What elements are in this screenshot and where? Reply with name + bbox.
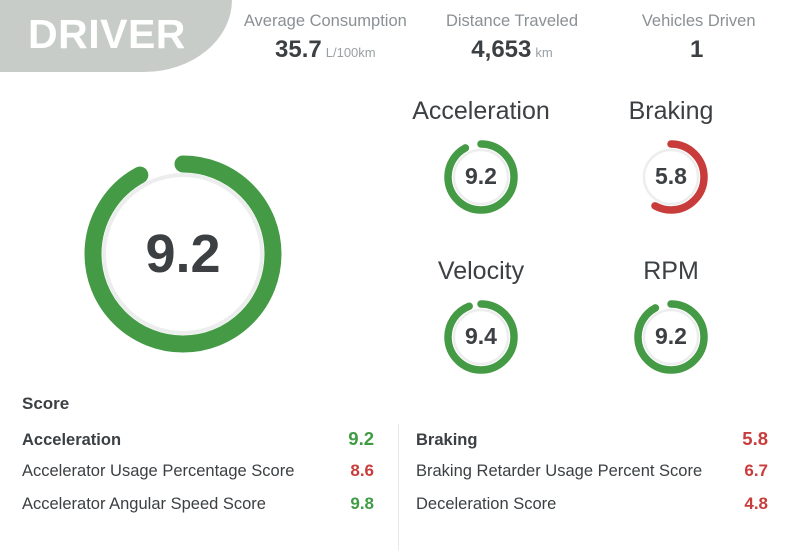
metric-label: Distance Traveled	[445, 12, 579, 30]
score-value: 8.6	[350, 461, 374, 480]
score-row: Accelerator Usage Percentage Score 8.6	[22, 461, 374, 494]
metric-label: Vehicles Driven	[641, 12, 756, 30]
gauge-velocity: Velocity 9.4	[386, 257, 576, 376]
score-label: Braking Retarder Usage Percent Score	[416, 462, 703, 480]
score-label: Braking	[416, 431, 478, 449]
metric-value: 35.7	[275, 36, 322, 64]
gauges-area: 9.2 Acceleration 9.2 Braking 5.8 Velocit…	[0, 90, 800, 390]
gauge-ring-wrap: 9.2	[632, 298, 710, 376]
score-column-acceleration: Acceleration 9.2 Accelerator Usage Perce…	[22, 428, 374, 527]
gauge-title: Velocity	[437, 257, 525, 285]
gauge-value: 9.4	[465, 323, 497, 349]
score-column-divider	[398, 424, 399, 550]
gauge-title: Acceleration	[412, 97, 550, 125]
metric-unit: L/100km	[325, 45, 376, 61]
gauge-ring-wrap: 9.4	[442, 298, 520, 376]
score-label: Acceleration	[22, 431, 122, 449]
metric-vehicles-driven: Vehicles Driven 1	[605, 10, 792, 65]
gauge-braking: Braking 5.8	[576, 97, 766, 216]
gauge-rpm: RPM 9.2	[576, 257, 766, 376]
score-value: 9.8	[350, 494, 374, 513]
score-label: Deceleration Score	[416, 495, 557, 513]
gauge-value: 9.2	[655, 323, 687, 349]
metric-label: Average Consumption	[243, 12, 407, 30]
brand-plate: DRIVER	[0, 0, 232, 72]
score-value: 5.8	[742, 428, 768, 449]
gauge-value: 5.8	[655, 163, 687, 189]
score-row: Deceleration Score 4.8	[416, 494, 768, 527]
metric-average-consumption: Average Consumption 35.7 L/100km	[232, 10, 419, 65]
sub-gauges: Acceleration 9.2 Braking 5.8 Velocity 9.…	[386, 90, 800, 390]
score-heading: Score	[22, 394, 70, 413]
gauge-value: 9.2	[465, 163, 497, 189]
score-value: 4.8	[744, 494, 768, 513]
summary-metrics: Average Consumption 35.7 L/100km Distance…	[232, 10, 792, 65]
metric-distance-traveled: Distance Traveled 4,653 km	[419, 10, 606, 65]
gauge-ring-wrap: 5.8	[632, 138, 710, 216]
metric-value-row: 4,653 km	[423, 36, 602, 65]
gauge-acceleration: Acceleration 9.2	[386, 97, 576, 216]
metric-value: 4,653	[471, 36, 532, 64]
brand-title: DRIVER	[28, 10, 186, 57]
score-row: Acceleration 9.2	[22, 428, 374, 461]
score-column-braking: Braking 5.8 Braking Retarder Usage Perce…	[416, 428, 768, 527]
score-label: Accelerator Angular Speed Score	[22, 495, 266, 513]
score-section: Score Acceleration 9.2 Accelerator Usage…	[0, 386, 800, 560]
gauge-ring-wrap: 9.2	[442, 138, 520, 216]
metric-value-row: 1	[609, 36, 788, 65]
metric-unit: km	[535, 45, 553, 61]
overall-gauge-value: 9.2	[145, 224, 221, 284]
score-value: 6.7	[744, 461, 768, 480]
gauge-title: Braking	[628, 97, 714, 125]
dashboard-header: DRIVER Average Consumption 35.7 L/100km D…	[0, 0, 800, 90]
score-value: 9.2	[348, 428, 374, 449]
gauge-title: RPM	[643, 257, 699, 285]
score-row: Braking Retarder Usage Percent Score 6.7	[416, 461, 768, 494]
score-label: Accelerator Usage Percentage Score	[22, 462, 295, 480]
metric-value-row: 35.7 L/100km	[236, 36, 415, 65]
score-row: Accelerator Angular Speed Score 9.8	[22, 494, 374, 527]
score-row: Braking 5.8	[416, 428, 768, 461]
overall-score-gauge: 9.2	[77, 148, 289, 360]
metric-value: 1	[690, 36, 704, 64]
